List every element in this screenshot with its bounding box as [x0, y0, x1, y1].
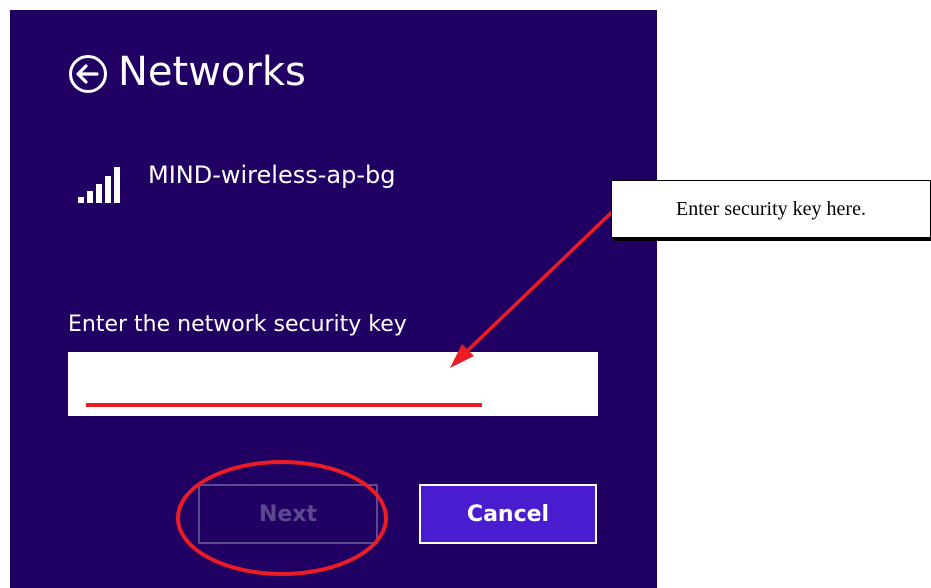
security-key-label: Enter the network security key: [68, 312, 407, 337]
cancel-button[interactable]: Cancel: [419, 484, 597, 544]
annotation-circle: [176, 460, 388, 576]
back-arrow-circle-icon: [69, 55, 107, 93]
back-button[interactable]: [68, 54, 108, 94]
annotation-callout: Enter security key here.: [611, 180, 931, 238]
network-name[interactable]: MIND-wireless-ap-bg: [148, 158, 395, 192]
annotation-callout-text: Enter security key here.: [676, 197, 866, 220]
page-title: Networks: [118, 49, 306, 95]
annotation-underline: [86, 403, 482, 407]
wifi-signal-strength-icon: [76, 165, 128, 205]
screenshot-stage: Networks MIND-wireless-ap-bg Enter the n…: [0, 0, 931, 588]
